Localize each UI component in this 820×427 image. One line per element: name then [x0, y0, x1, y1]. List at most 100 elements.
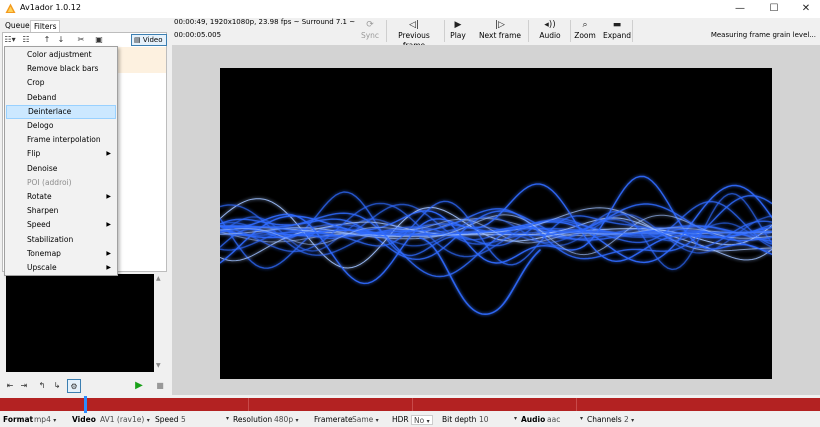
video-codec-select[interactable]: AV1 (rav1e) ▾ [100, 415, 150, 424]
menu-item-deband[interactable]: Deband [6, 91, 116, 105]
preview-icon[interactable]: ▣ [93, 34, 105, 46]
minimize-button[interactable]: — [724, 0, 756, 18]
play-button[interactable]: ▶ Play [448, 19, 468, 43]
selected-filter-row[interactable] [118, 47, 166, 73]
go-start-icon[interactable]: ⇤ [3, 379, 17, 393]
tab-queue[interactable]: Queue [2, 20, 33, 32]
dropdown-arrow-icon: ▾ [225, 415, 229, 422]
remove-filter-icon[interactable]: ☷ [20, 34, 32, 46]
menu-item-rotate[interactable]: Rotate ▶ [6, 190, 116, 204]
encode-play-icon[interactable]: ▶ [132, 379, 146, 393]
timeline-bar[interactable] [0, 398, 820, 411]
framerate-label: Framerate [314, 415, 353, 424]
submenu-arrow-icon: ▶ [106, 249, 111, 257]
menu-item-label: Sharpen [27, 206, 59, 216]
audio-button[interactable]: ◂)) Audio [538, 19, 562, 43]
close-button[interactable]: ✕ [790, 0, 820, 18]
media-info: 00:00:49, 1920x1080p, 23.98 fps ~ Surrou… [174, 18, 356, 26]
play-icon: ▶ [454, 20, 462, 30]
maximize-button[interactable]: ☐ [758, 0, 790, 18]
expand-button[interactable]: ▬ Expand [602, 19, 632, 43]
menu-item-upscale[interactable]: Upscale ▶ [6, 261, 116, 275]
dropdown-arrow-icon: ▾ [513, 415, 517, 422]
current-time: 00:00:05.005 [174, 31, 222, 39]
mark-out-icon[interactable]: ↳ [50, 379, 64, 393]
audio-codec-select[interactable]: aac ▾ [547, 415, 583, 424]
video-button[interactable]: ▤ Video [131, 34, 167, 46]
toolbar-label: Next frame [478, 31, 522, 40]
left-tab-strip: Queue Filters [0, 18, 170, 32]
go-end-icon[interactable]: ⇥ [17, 379, 31, 393]
move-up-icon[interactable]: ↑ [41, 34, 53, 46]
channels-select[interactable]: 2 ▾ [624, 415, 634, 424]
menu-item-sharpen[interactable]: Sharpen [6, 204, 116, 218]
menu-item-flip[interactable]: Flip ▶ [6, 147, 116, 161]
submenu-arrow-icon: ▶ [106, 264, 111, 271]
toolbar-label: Previous frame [398, 31, 430, 50]
menu-item-label: Frame interpolation [27, 135, 101, 145]
menu-item-tonemap[interactable]: Tonemap ▶ [6, 247, 116, 261]
resolution-value: 480p [274, 415, 294, 424]
format-value: mp4 [34, 415, 51, 424]
menu-item-label: Crop [27, 78, 45, 88]
menu-item-color-adjustment[interactable]: Color adjustment [6, 48, 116, 62]
menu-item-label: Speed [27, 220, 51, 230]
timeline-tick [412, 398, 413, 411]
speed-label: Speed [155, 415, 179, 424]
stop-icon[interactable]: ■ [153, 379, 167, 393]
menu-item-deinterlace[interactable]: Deinterlace [6, 104, 116, 119]
toolbar-label: Play [450, 31, 466, 40]
timeline-playhead[interactable] [84, 396, 87, 413]
dropdown-arrow-icon: ▾ [631, 417, 635, 424]
previous-frame-button[interactable]: ◁|Previous frame [388, 19, 440, 50]
menu-item-label: Tonemap [27, 248, 61, 258]
menu-item-label: Deband [27, 92, 57, 102]
timeline-tick [576, 398, 577, 411]
menu-item-label: Stabilization [27, 234, 74, 244]
split-icon[interactable]: ✂ [75, 34, 87, 46]
add-filter-icon[interactable]: ☷▾ [3, 34, 17, 46]
dropdown-arrow-icon: ▾ [579, 415, 583, 422]
toolbar-divider [632, 20, 633, 42]
timeline-tick [248, 398, 249, 411]
speed-select[interactable]: 5 ▾ [181, 415, 229, 424]
menu-item-remove-black-bars[interactable]: Remove black bars [6, 62, 116, 76]
menu-item-poi-addroi: POI (addroi) [6, 176, 116, 190]
window-title: Av1ador 1.0.12 [20, 3, 81, 12]
mini-preview-scrollbar[interactable]: ▲ ▼ [154, 274, 166, 372]
next-frame-button[interactable]: |▷ Next frame [478, 19, 522, 43]
resolution-select[interactable]: 480p ▾ [274, 415, 298, 424]
menu-item-crop[interactable]: Crop [6, 76, 116, 90]
menu-item-speed[interactable]: Speed ▶ [6, 218, 116, 232]
expand-icon: ▬ [612, 20, 622, 30]
dropdown-arrow-icon: ▾ [375, 417, 379, 424]
filter-toggle-icon[interactable]: ⚙ [67, 379, 81, 393]
menu-item-label: Delogo [27, 121, 54, 130]
menu-item-denoise[interactable]: Denoise [6, 162, 116, 176]
hdr-label: HDR [392, 415, 409, 424]
channels-value: 2 [624, 415, 629, 424]
framerate-select[interactable]: Same ▾ [352, 415, 379, 424]
hdr-value-box: No ▾ [411, 415, 433, 425]
toolbar-label: Zoom [574, 31, 596, 40]
format-select[interactable]: mp4 ▾ [34, 415, 56, 424]
bitdepth-select[interactable]: 10 ▾ [479, 415, 517, 424]
sync-button[interactable]: ⟳ Sync [358, 19, 382, 43]
hdr-select[interactable]: No ▾ [411, 415, 433, 425]
menu-item-frame-interpolation[interactable]: Frame interpolation [6, 133, 116, 147]
encoding-settings-bar: Format mp4 ▾ Video AV1 (rav1e) ▾ Speed 5… [0, 413, 820, 427]
hdr-value: No [414, 416, 425, 425]
channels-label: Channels [587, 415, 622, 424]
scroll-up-icon[interactable]: ▲ [156, 275, 161, 282]
mark-in-icon[interactable]: ↰ [35, 379, 49, 393]
menu-item-label: Rotate [27, 192, 52, 201]
zoom-button[interactable]: ⌕ Zoom [574, 19, 596, 43]
menu-item-delogo[interactable]: Delogo [6, 119, 116, 133]
submenu-arrow-icon: ▶ [106, 193, 111, 200]
title-bar: Av1ador 1.0.12 — ☐ ✕ [0, 0, 820, 18]
menu-item-stabilization[interactable]: Stabilization [6, 233, 116, 247]
tab-filters[interactable]: Filters [30, 20, 61, 32]
video-icon: ▤ [134, 36, 141, 44]
scroll-down-icon[interactable]: ▼ [156, 362, 161, 369]
move-down-icon[interactable]: ↓ [55, 34, 67, 46]
